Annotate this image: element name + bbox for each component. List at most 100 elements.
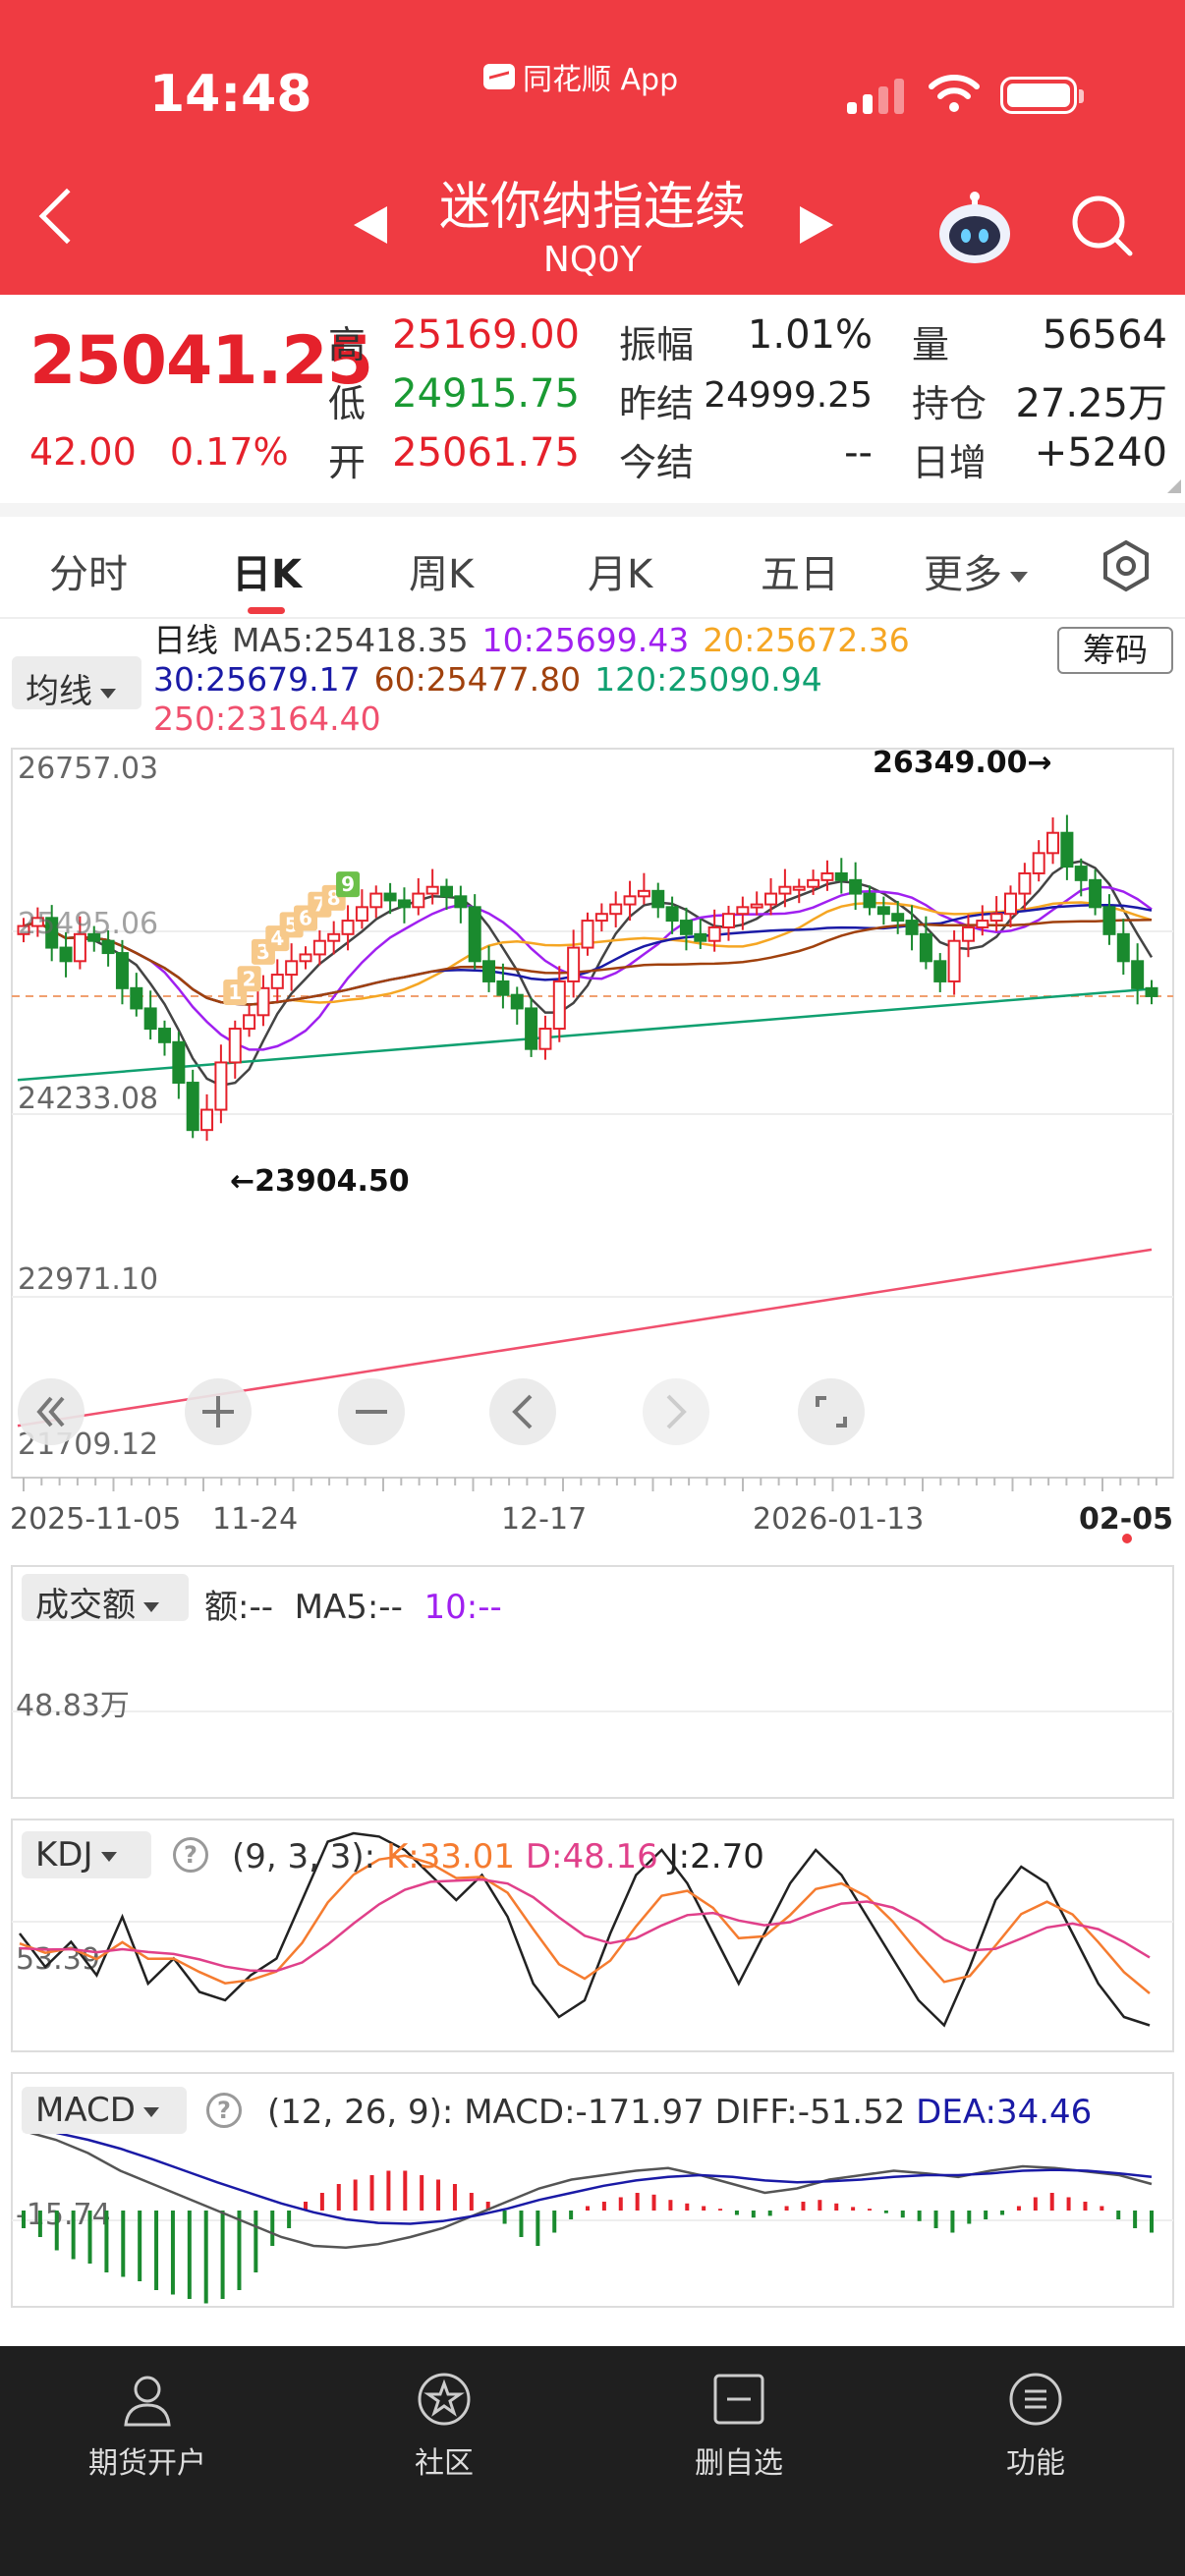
amplitude-value: 1.01% bbox=[747, 312, 873, 358]
candle-body bbox=[440, 885, 453, 898]
macd-selector[interactable]: MACD bbox=[22, 2087, 187, 2134]
app-logo-icon bbox=[483, 64, 515, 89]
high-value: 25169.00 bbox=[392, 312, 580, 358]
prev-settle-value: 24999.25 bbox=[704, 375, 873, 416]
open-interest-value: 27.25万 bbox=[1015, 381, 1167, 426]
volume-label: 量 bbox=[912, 323, 950, 366]
candle-body bbox=[876, 906, 890, 916]
zoom-in-button[interactable] bbox=[185, 1378, 252, 1445]
x-label-4: 2026-01-13 bbox=[753, 1502, 924, 1537]
candle-body bbox=[143, 1007, 157, 1031]
fullscreen-button[interactable] bbox=[798, 1378, 865, 1445]
macd-y-label: -15.74 bbox=[16, 2198, 111, 2232]
chevron-down-icon bbox=[1010, 571, 1028, 583]
candle-body bbox=[59, 946, 73, 963]
candle-body bbox=[425, 885, 439, 895]
volume-ma5: MA5:-- bbox=[294, 1588, 403, 1627]
daily-increase-label: 日增 bbox=[912, 441, 988, 484]
kdj-selector-label: KDJ bbox=[35, 1835, 93, 1875]
candle-body bbox=[510, 993, 524, 1010]
x-label-5: 02-05 bbox=[1079, 1502, 1173, 1537]
legend-ma10: 10:25699.43 bbox=[481, 621, 690, 659]
tab-five-day[interactable]: 五日 bbox=[761, 542, 839, 599]
scroll-left-button[interactable] bbox=[489, 1378, 556, 1445]
candle-body bbox=[665, 906, 679, 923]
candle-body bbox=[270, 974, 284, 989]
page-title: 迷你纳指连续 bbox=[438, 178, 746, 237]
candle-body bbox=[820, 871, 834, 881]
candle-body bbox=[101, 939, 115, 955]
kdj-k: K:33.01 bbox=[385, 1837, 516, 1876]
open-label: 开 bbox=[328, 441, 367, 484]
kdj-params: (9, 3, 3): bbox=[232, 1837, 376, 1876]
prev-contract-icon[interactable] bbox=[354, 206, 387, 244]
candle-body bbox=[1004, 892, 1017, 916]
high-annotation: 26349.00→ bbox=[873, 746, 1052, 780]
candle-body bbox=[397, 899, 411, 909]
candle-body bbox=[778, 885, 792, 895]
candle-body bbox=[228, 1028, 242, 1064]
zoom-out-button[interactable] bbox=[338, 1378, 405, 1445]
nav-remove-watchlist[interactable]: 删自选 bbox=[631, 2370, 847, 2482]
candle-body bbox=[115, 952, 129, 989]
tab-weekly-k[interactable]: 周K bbox=[409, 542, 474, 599]
nav-community[interactable]: 社区 bbox=[336, 2370, 552, 2482]
kline-chart[interactable]: 12345 67 89 26757.03 25495.06 24233.08 229… bbox=[0, 743, 1185, 1568]
candle-body bbox=[694, 932, 707, 942]
chip-distribution-button[interactable]: 筹码 bbox=[1057, 627, 1173, 674]
candle-body bbox=[891, 913, 905, 923]
candle-body bbox=[256, 986, 270, 1017]
candle-body bbox=[905, 920, 919, 935]
candle-body bbox=[525, 1007, 538, 1050]
kdj-selector[interactable]: KDJ bbox=[22, 1831, 151, 1878]
back-icon[interactable] bbox=[38, 188, 95, 245]
search-icon[interactable] bbox=[1069, 193, 1136, 259]
header-bar: 14:48 同花顺 App 迷你纳指连续 NQ0Y bbox=[0, 0, 1185, 295]
candle-body bbox=[947, 939, 961, 982]
candle-body bbox=[1131, 960, 1145, 989]
x-label-2: 11-24 bbox=[212, 1502, 298, 1537]
candle-body bbox=[1102, 906, 1116, 935]
tab-more[interactable]: 更多 bbox=[924, 542, 1028, 599]
candle-body bbox=[214, 1061, 228, 1111]
nav-functions[interactable]: 功能 bbox=[928, 2370, 1144, 2482]
candle-body bbox=[341, 920, 355, 935]
ma-selector[interactable]: 均线 bbox=[12, 656, 141, 711]
active-tab-indicator bbox=[248, 607, 285, 614]
candle-body bbox=[130, 986, 143, 1010]
kdj-d-line bbox=[19, 1877, 1151, 1973]
candle-body bbox=[989, 913, 1003, 923]
candle-body bbox=[454, 895, 468, 909]
expand-corner-icon[interactable] bbox=[1167, 479, 1181, 493]
scroll-right-button[interactable] bbox=[643, 1378, 709, 1445]
chevron-down-icon bbox=[100, 688, 116, 699]
candle-body bbox=[552, 980, 566, 1031]
tab-intraday[interactable]: 分时 bbox=[49, 542, 128, 599]
robot-assistant-icon[interactable] bbox=[935, 191, 1014, 265]
candle-body bbox=[482, 960, 496, 982]
candle-body bbox=[186, 1082, 199, 1132]
open-interest-label: 持仓 bbox=[912, 382, 988, 425]
legend-period: 日线 bbox=[153, 621, 218, 659]
candle-body bbox=[736, 906, 750, 916]
candle-body bbox=[1145, 986, 1158, 997]
volume-selector[interactable]: 成交额 bbox=[22, 1574, 189, 1625]
amplitude-label: 振幅 bbox=[619, 323, 695, 366]
candle-body bbox=[369, 892, 383, 909]
low-value: 24915.75 bbox=[392, 371, 580, 417]
next-contract-icon[interactable] bbox=[800, 206, 833, 244]
app-name: 同花顺 App bbox=[523, 63, 679, 97]
nav-futures-account[interactable]: 期货开户 bbox=[39, 2370, 255, 2482]
candle-body bbox=[707, 925, 721, 942]
tab-monthly-k[interactable]: 月K bbox=[588, 542, 652, 599]
tab-daily-k[interactable]: 日K bbox=[232, 542, 302, 599]
macd-help-icon[interactable]: ? bbox=[206, 2093, 242, 2128]
candle-body bbox=[1089, 878, 1102, 909]
settings-hexagon-icon[interactable] bbox=[1099, 538, 1154, 593]
collapse-button[interactable] bbox=[18, 1378, 85, 1445]
kdj-help-icon[interactable]: ? bbox=[173, 1837, 208, 1873]
menu-circle-icon bbox=[1009, 2373, 1062, 2426]
candle-body bbox=[849, 878, 863, 895]
battery-icon bbox=[1000, 77, 1084, 114]
candle-body bbox=[1074, 866, 1088, 881]
